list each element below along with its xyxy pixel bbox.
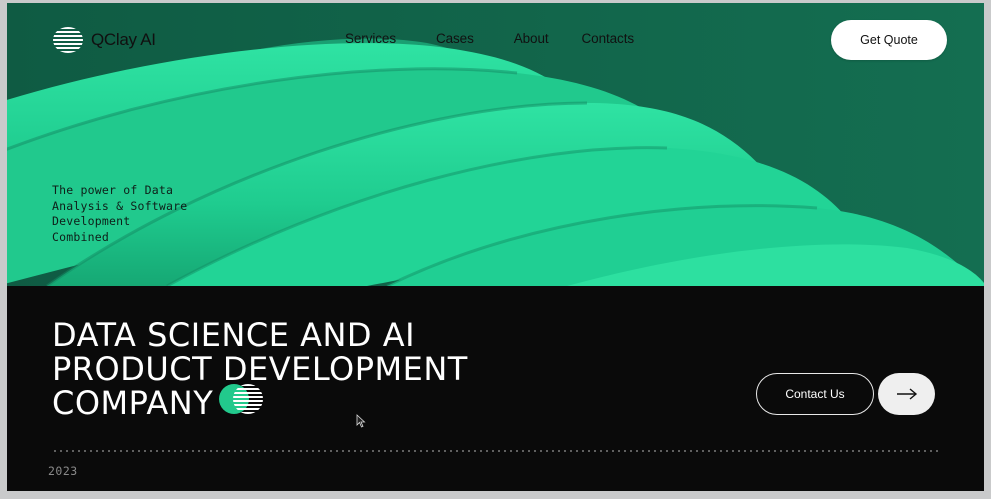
hero-tagline: The power of Data Analysis & Software De… (52, 183, 202, 245)
nav-item-about[interactable]: About (514, 31, 549, 46)
brand-name: QClay AI (91, 30, 156, 49)
main-nav: Services Cases About Contacts (345, 31, 674, 46)
nav-item-services[interactable]: Services (345, 31, 396, 46)
headline-line: PRODUCT DEVELOPMENT (52, 350, 468, 388)
headline-line: DATA SCIENCE AND AI (52, 316, 416, 354)
nav-item-cases[interactable]: Cases (436, 31, 474, 46)
nav-item-contacts[interactable]: Contacts (582, 31, 635, 46)
year-label: 2023 (48, 464, 78, 478)
tagline-line: Development (52, 214, 131, 228)
get-quote-button[interactable]: Get Quote (831, 20, 947, 60)
dotted-divider (52, 450, 940, 452)
page-frame: QClay AI Services Cases About Contacts G… (7, 3, 984, 491)
brand-logo-icon (53, 27, 83, 53)
hero-section: QClay AI Services Cases About Contacts G… (7, 3, 984, 286)
headline-line: COMPANY (52, 384, 214, 422)
circles-badge-icon (217, 383, 265, 421)
headline-line-company: COMPANY (52, 383, 468, 424)
page-headline: DATA SCIENCE AND AI PRODUCT DEVELOPMENT … (52, 318, 468, 424)
brand-logo[interactable]: QClay AI (52, 26, 156, 54)
contact-us-button[interactable]: Contact Us (756, 373, 874, 415)
mouse-cursor-icon (356, 414, 366, 428)
tagline-line: Combined (52, 229, 109, 244)
tagline-line: The power of Data (52, 183, 174, 197)
arrow-right-icon (896, 388, 917, 400)
arrow-button[interactable] (878, 373, 935, 415)
tagline-line: Analysis & Software (52, 198, 188, 213)
